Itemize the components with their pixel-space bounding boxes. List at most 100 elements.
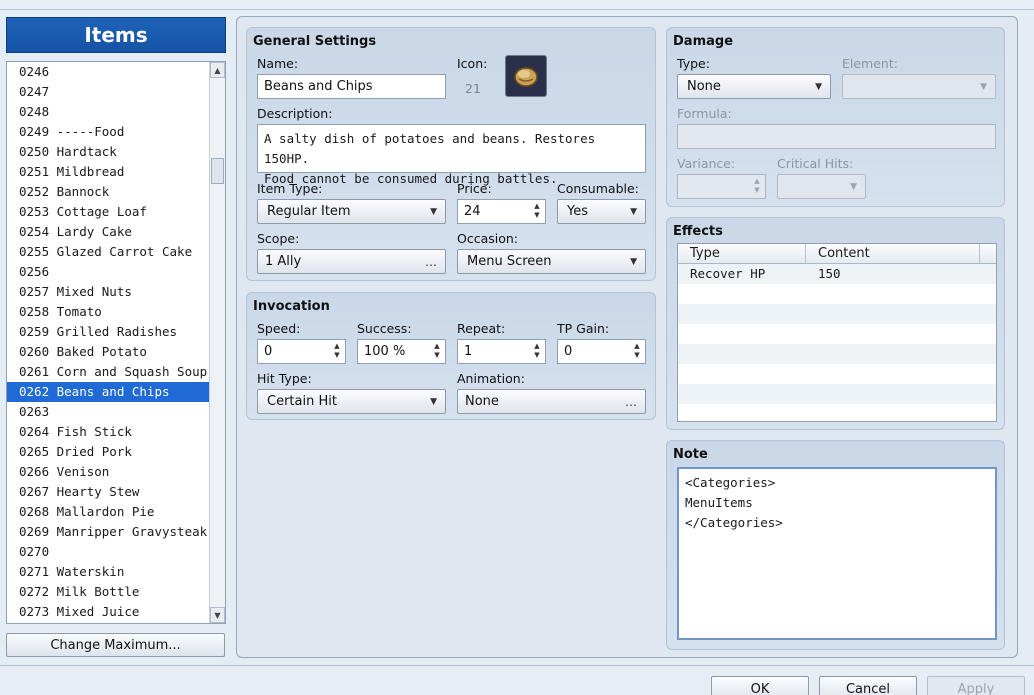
effects-content-cell: 150: [818, 266, 841, 281]
item-list-row[interactable]: 0250 Hardtack: [7, 142, 210, 162]
description-line-1: A salty dish of potatoes and beans. Rest…: [264, 131, 596, 166]
cancel-button[interactable]: Cancel: [819, 676, 917, 695]
success-stepper[interactable]: 100 % ▲ ▼: [357, 339, 446, 364]
effects-row[interactable]: [678, 404, 996, 424]
effects-row[interactable]: [678, 304, 996, 324]
item-list-row[interactable]: 0248: [7, 102, 210, 122]
item-list-row[interactable]: 0249 -----Food: [7, 122, 210, 142]
item-list-row[interactable]: 0251 Mildbread: [7, 162, 210, 182]
price-label: Price:: [457, 181, 492, 196]
item-list-row[interactable]: 0254 Lardy Cake: [7, 222, 210, 242]
effects-col-content[interactable]: Content: [806, 244, 980, 263]
spinner-arrows-icon[interactable]: ▲ ▼: [332, 342, 342, 362]
critical-hits-select[interactable]: ▼: [777, 174, 866, 199]
effects-type-cell: [678, 304, 806, 324]
description-label: Description:: [257, 106, 333, 121]
note-line: </Categories>: [685, 515, 783, 530]
item-list-row[interactable]: 0260 Baked Potato: [7, 342, 210, 362]
speed-stepper[interactable]: 0 ▲ ▼: [257, 339, 346, 364]
item-list-row[interactable]: 0247: [7, 82, 210, 102]
consumable-select[interactable]: Yes ▼: [557, 199, 646, 224]
scroll-up-arrow-icon[interactable]: ▲: [210, 62, 225, 78]
item-list-row[interactable]: 0253 Cottage Loaf: [7, 202, 210, 222]
item-list-row[interactable]: 0264 Fish Stick: [7, 422, 210, 442]
scope-label: Scope:: [257, 231, 300, 246]
item-list-row[interactable]: 0246: [7, 62, 210, 82]
effects-row[interactable]: [678, 384, 996, 404]
ellipsis-icon: …: [625, 394, 637, 409]
apply-button[interactable]: Apply: [927, 676, 1025, 695]
chevron-down-icon: ▼: [430, 206, 437, 217]
consumable-label: Consumable:: [557, 181, 639, 196]
spinner-arrows-icon[interactable]: ▲ ▼: [532, 342, 542, 362]
items-scrollbar[interactable]: ▲ ▼: [209, 62, 225, 623]
animation-picker[interactable]: None …: [457, 389, 646, 414]
variance-stepper[interactable]: ▲ ▼: [677, 174, 766, 199]
occasion-label: Occasion:: [457, 231, 519, 246]
effects-row[interactable]: [678, 364, 996, 384]
hit-type-select[interactable]: Certain Hit ▼: [257, 389, 446, 414]
damage-type-value: None: [687, 79, 721, 94]
item-list-row[interactable]: 0252 Bannock: [7, 182, 210, 202]
element-select[interactable]: ▼: [842, 74, 996, 99]
item-list-row[interactable]: 0256: [7, 262, 210, 282]
effects-content-cell: [806, 344, 980, 364]
chevron-down-icon: ▼: [630, 206, 637, 217]
item-list-row[interactable]: 0262 Beans and Chips: [7, 382, 210, 402]
spinner-arrows-icon[interactable]: ▲ ▼: [632, 342, 642, 362]
price-stepper[interactable]: 24 ▲ ▼: [457, 199, 546, 224]
occasion-select[interactable]: Menu Screen ▼: [457, 249, 646, 274]
effects-row[interactable]: [678, 284, 996, 304]
note-field[interactable]: <Categories> MenuItems </Categories>: [677, 467, 997, 640]
item-list-row[interactable]: 0270: [7, 542, 210, 562]
repeat-stepper[interactable]: 1 ▲ ▼: [457, 339, 546, 364]
effects-row[interactable]: [678, 324, 996, 344]
item-list-row[interactable]: 0272 Milk Bottle: [7, 582, 210, 602]
item-list-row[interactable]: 0271 Waterskin: [7, 562, 210, 582]
items-rows: 0246 0247 0248 0249 -----Food 0250 Hardtack 0…: [7, 62, 225, 622]
item-list-row[interactable]: 0266 Venison: [7, 462, 210, 482]
top-edge: [0, 0, 1034, 10]
items-list[interactable]: 0246 0247 0248 0249 -----Food 0250 Hardtack 0…: [6, 61, 226, 624]
scroll-down-arrow-icon[interactable]: ▼: [210, 607, 225, 623]
item-list-row[interactable]: 0261 Corn and Squash Soup: [7, 362, 210, 382]
spinner-arrows-icon[interactable]: ▲ ▼: [752, 177, 762, 197]
icon-index: 21: [465, 81, 481, 96]
effects-table[interactable]: Type Content Recover HP 150: [677, 243, 997, 422]
item-list-row[interactable]: 0258 Tomato: [7, 302, 210, 322]
item-type-select[interactable]: Regular Item ▼: [257, 199, 446, 224]
item-list-row[interactable]: 0268 Mallardon Pie: [7, 502, 210, 522]
effects-type-cell: [678, 324, 806, 344]
formula-field[interactable]: [677, 124, 996, 149]
item-list-row[interactable]: 0273 Mixed Juice: [7, 602, 210, 622]
spinner-arrows-icon[interactable]: ▲ ▼: [532, 202, 542, 222]
item-list-row[interactable]: 0263: [7, 402, 210, 422]
item-list-row[interactable]: 0269 Manripper Gravysteak: [7, 522, 210, 542]
spinner-arrows-icon[interactable]: ▲ ▼: [432, 342, 442, 362]
item-list-row[interactable]: 0255 Glazed Carrot Cake: [7, 242, 210, 262]
effects-row[interactable]: Recover HP 150: [678, 264, 996, 284]
tp-gain-stepper[interactable]: 0 ▲ ▼: [557, 339, 646, 364]
effects-row[interactable]: [678, 344, 996, 364]
item-icon-button[interactable]: [505, 55, 547, 97]
speed-value: 0: [264, 344, 273, 359]
description-field[interactable]: A salty dish of potatoes and beans. Rest…: [257, 124, 646, 186]
item-list-row[interactable]: 0257 Mixed Nuts: [7, 282, 210, 302]
damage-type-select[interactable]: None ▼: [677, 74, 831, 99]
change-maximum-button[interactable]: Change Maximum...: [6, 633, 225, 657]
name-field[interactable]: Beans and Chips: [257, 74, 446, 99]
scope-picker[interactable]: 1 Ally …: [257, 249, 446, 274]
tp-gain-label: TP Gain:: [557, 321, 610, 336]
effects-col-type[interactable]: Type: [678, 244, 806, 263]
note-line: <Categories>: [685, 475, 776, 490]
damage-group: Damage Type: None ▼ Element: ▼ Formula: …: [666, 27, 1005, 207]
item-list-row[interactable]: 0259 Grilled Radishes: [7, 322, 210, 342]
item-list-row[interactable]: 0267 Hearty Stew: [7, 482, 210, 502]
animation-value: None: [465, 394, 499, 409]
general-settings-group: General Settings Name: Beans and Chips I…: [246, 27, 656, 281]
item-list-row[interactable]: 0265 Dried Pork: [7, 442, 210, 462]
ok-button[interactable]: OK: [711, 676, 809, 695]
name-label: Name:: [257, 56, 299, 71]
scroll-thumb[interactable]: [211, 158, 224, 184]
item-type-label: Item Type:: [257, 181, 323, 196]
